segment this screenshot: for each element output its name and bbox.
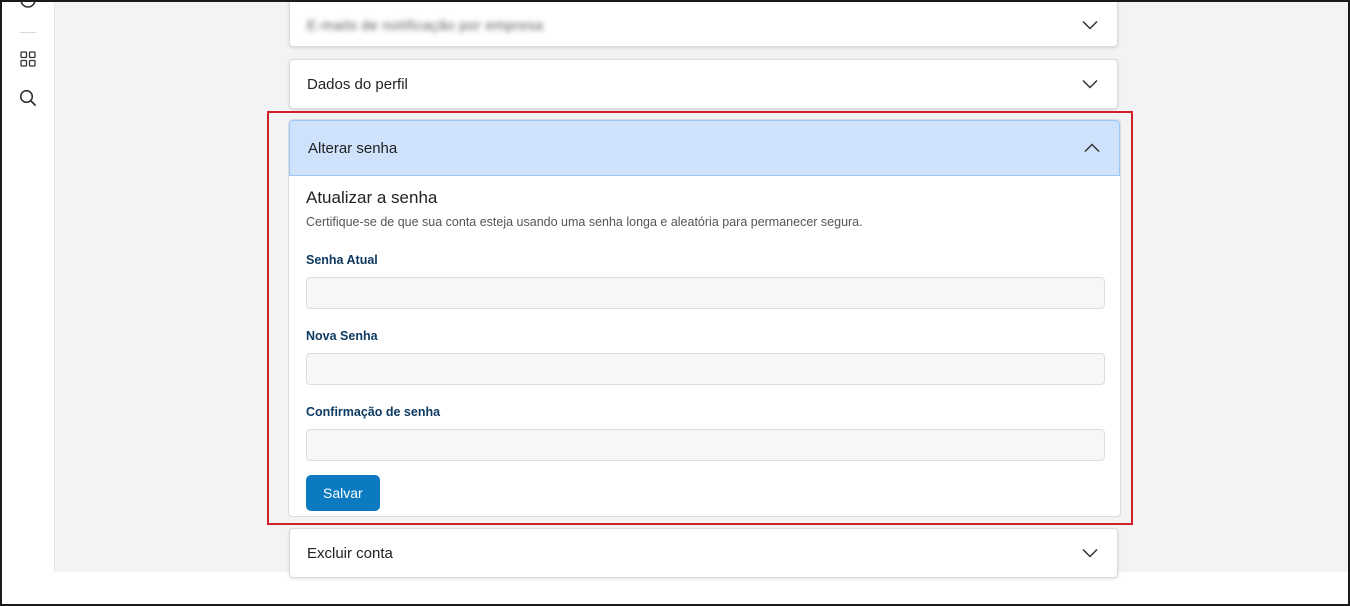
- search-icon[interactable]: [18, 88, 38, 108]
- new-password-input[interactable]: [306, 353, 1105, 385]
- accordion-title: Dados do perfil: [307, 75, 408, 93]
- chevron-up-icon: [1083, 139, 1101, 157]
- sidebar-divider: [20, 32, 36, 33]
- sidebar: [2, 2, 55, 572]
- confirm-password-input[interactable]: [306, 429, 1105, 461]
- confirm-password-label: Confirmação de senha: [306, 405, 441, 419]
- app-window: E-mails de notificação por empresa Dados…: [0, 0, 1350, 606]
- grid-icon[interactable]: [18, 49, 38, 69]
- accordion-header[interactable]: E-mails de notificação por empresa: [290, 2, 1117, 46]
- chevron-down-icon: [1081, 544, 1099, 562]
- password-form: Atualizar a senha Certifique-se de que s…: [289, 176, 1120, 511]
- accordion-title: Excluir conta: [307, 544, 393, 562]
- circle-icon[interactable]: [18, 2, 38, 10]
- accordion-notification-emails[interactable]: E-mails de notificação por empresa: [289, 2, 1118, 47]
- accordion-title-blurred: E-mails de notificação por empresa: [307, 16, 544, 33]
- accordion-header[interactable]: Dados do perfil: [290, 60, 1117, 108]
- accordion-header[interactable]: Excluir conta: [290, 529, 1117, 577]
- save-button[interactable]: Salvar: [306, 475, 380, 511]
- chevron-down-icon: [1081, 75, 1099, 93]
- section-description: Certifique-se de que sua conta esteja us…: [306, 215, 863, 229]
- chevron-down-icon: [1081, 16, 1099, 34]
- new-password-label: Nova Senha: [306, 329, 378, 343]
- section-heading: Atualizar a senha: [306, 188, 438, 207]
- current-password-label: Senha Atual: [306, 253, 378, 267]
- accordion-delete-account[interactable]: Excluir conta: [289, 528, 1118, 578]
- accordion-profile-data[interactable]: Dados do perfil: [289, 59, 1118, 109]
- current-password-input[interactable]: [306, 277, 1105, 309]
- accordion-change-password: Alterar senha Atualizar a senha Certifiq…: [288, 119, 1121, 517]
- accordion-title: Alterar senha: [308, 139, 398, 157]
- accordion-header-expanded[interactable]: Alterar senha: [289, 120, 1120, 176]
